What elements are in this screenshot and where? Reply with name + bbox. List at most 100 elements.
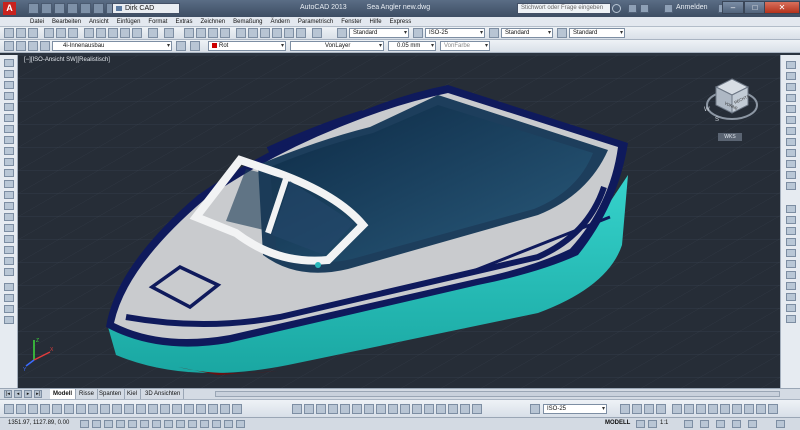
plot-icon[interactable] xyxy=(80,3,91,14)
viewcube[interactable]: VORNE RECHTS W S xyxy=(700,71,760,141)
color-dropdown[interactable]: Rot xyxy=(208,41,286,51)
layer-previous-icon[interactable] xyxy=(190,41,200,51)
object-snap-icon[interactable] xyxy=(140,420,149,428)
search-input[interactable]: Stichwort oder Frage eingeben xyxy=(517,3,611,14)
3d-object-snap-icon[interactable] xyxy=(152,420,161,428)
free-orbit-icon[interactable] xyxy=(644,404,654,414)
tool-palettes-icon[interactable] xyxy=(260,28,270,38)
visual-style-icon[interactable] xyxy=(684,404,694,414)
zoom-previous-icon[interactable] xyxy=(220,28,230,38)
snap-from-icon[interactable] xyxy=(292,404,302,414)
ellipse-arc-icon[interactable] xyxy=(4,169,14,177)
stretch-icon[interactable] xyxy=(786,94,796,102)
bottom-dim-style-dropdown[interactable]: ISO-25 xyxy=(543,404,607,414)
compass-s[interactable]: S xyxy=(715,117,719,123)
horizontal-scrollbar[interactable] xyxy=(215,391,780,397)
erase-icon[interactable] xyxy=(4,283,14,291)
tab-spanten[interactable]: Spanten xyxy=(96,389,126,399)
snap-tangent-icon[interactable] xyxy=(786,260,796,268)
snap-ext-icon[interactable] xyxy=(352,404,362,414)
offset-icon[interactable] xyxy=(4,316,14,324)
transparency-icon[interactable] xyxy=(212,420,221,428)
layer-dropdown[interactable]: 4i-Innenausbau xyxy=(52,41,172,51)
design-center-icon[interactable] xyxy=(248,28,258,38)
tab-first-icon[interactable]: |◂ xyxy=(4,390,12,398)
continue-dim-icon[interactable] xyxy=(124,404,134,414)
make-block-icon[interactable] xyxy=(4,191,14,199)
text-style-dropdown[interactable]: Standard xyxy=(349,28,409,38)
print-icon[interactable] xyxy=(44,28,54,38)
table-icon[interactable] xyxy=(4,246,14,254)
publish-icon[interactable] xyxy=(68,28,78,38)
new-file-icon[interactable] xyxy=(28,3,39,14)
camera-icon[interactable] xyxy=(732,404,742,414)
snap-settings-icon[interactable] xyxy=(786,315,796,323)
snap-perpendicular-icon[interactable] xyxy=(786,271,796,279)
snap-intersection-icon[interactable] xyxy=(786,227,796,235)
ortho-mode-icon[interactable] xyxy=(116,420,125,428)
jogged-dim-icon[interactable] xyxy=(64,404,74,414)
snap-endpoint-icon[interactable] xyxy=(786,205,796,213)
snap-mid-icon[interactable] xyxy=(316,404,326,414)
tab-risse[interactable]: Risse xyxy=(76,389,99,399)
jogged-linear-icon[interactable] xyxy=(196,404,206,414)
snap-center-icon[interactable] xyxy=(786,238,796,246)
construction-line-icon[interactable] xyxy=(4,70,14,78)
workspace-switching-icon[interactable] xyxy=(700,420,709,428)
redo-icon[interactable] xyxy=(164,28,174,38)
snap-node-icon[interactable] xyxy=(786,282,796,290)
tab-kiel[interactable]: Kiel xyxy=(124,389,142,399)
make-current-icon[interactable] xyxy=(28,41,38,51)
menu-extras[interactable]: Extras xyxy=(175,17,192,26)
menu-format[interactable]: Format xyxy=(148,17,167,26)
tab-next-icon[interactable]: ▸ xyxy=(24,390,32,398)
layer-bulb-icon[interactable] xyxy=(40,41,50,51)
dim-edit-icon[interactable] xyxy=(208,404,218,414)
quick-dim-icon[interactable] xyxy=(100,404,110,414)
snap-midpoint-icon[interactable] xyxy=(786,216,796,224)
snap-nod-icon[interactable] xyxy=(436,404,446,414)
inspection-icon[interactable] xyxy=(184,404,194,414)
menu-aendern[interactable]: Ändern xyxy=(271,17,290,26)
tolerance-icon[interactable] xyxy=(160,404,170,414)
dim-update-icon[interactable] xyxy=(232,404,242,414)
viewcube-graphic[interactable]: VORNE RECHTS W S xyxy=(700,71,760,141)
selection-cycling-icon[interactable] xyxy=(236,420,245,428)
add-selected-icon[interactable] xyxy=(4,268,14,276)
radius-dim-icon[interactable] xyxy=(52,404,62,414)
center-mark-icon[interactable] xyxy=(172,404,182,414)
favorites-icon[interactable] xyxy=(640,4,649,13)
line-icon[interactable] xyxy=(4,59,14,67)
menu-bemassung[interactable]: Bemaßung xyxy=(233,17,262,26)
lock-icon[interactable] xyxy=(716,420,725,428)
snap-qua-icon[interactable] xyxy=(376,404,386,414)
snap-int-icon[interactable] xyxy=(328,404,338,414)
copy-object-icon[interactable] xyxy=(4,294,14,302)
rectangle-icon[interactable] xyxy=(4,103,14,111)
sun-icon[interactable] xyxy=(768,404,778,414)
linetype-dropdown[interactable]: VonLayer xyxy=(290,41,384,51)
quick-view-layouts-icon[interactable] xyxy=(636,420,645,428)
menu-bearbeiten[interactable]: Bearbeiten xyxy=(52,17,81,26)
dim-style-manager-icon[interactable] xyxy=(530,404,540,414)
tab-prev-icon[interactable]: ◂ xyxy=(14,390,22,398)
chamfer-icon[interactable] xyxy=(786,149,796,157)
search-icon[interactable] xyxy=(612,4,621,13)
snap-nea-icon[interactable] xyxy=(448,404,458,414)
viewport-controls-label[interactable]: [−][ISO-Ansicht SW][Realistisch] xyxy=(24,57,110,63)
isolate-objects-icon[interactable] xyxy=(748,420,757,428)
wcs-menu[interactable]: WKS xyxy=(718,133,742,141)
pan-icon[interactable] xyxy=(184,28,194,38)
menu-parametrisch[interactable]: Parametrisch xyxy=(298,17,333,26)
snap-mode-icon[interactable] xyxy=(92,420,101,428)
walk-icon[interactable] xyxy=(744,404,754,414)
layer-state-icon[interactable] xyxy=(16,41,26,51)
menu-hilfe[interactable]: Hilfe xyxy=(370,17,382,26)
dynamic-input-icon[interactable] xyxy=(188,420,197,428)
materials-icon[interactable] xyxy=(708,404,718,414)
snap-app-int-icon[interactable] xyxy=(340,404,350,414)
open-icon[interactable] xyxy=(16,28,26,38)
snap-end-icon[interactable] xyxy=(304,404,314,414)
preview-icon[interactable] xyxy=(56,28,66,38)
viewport-canvas[interactable] xyxy=(18,55,780,388)
